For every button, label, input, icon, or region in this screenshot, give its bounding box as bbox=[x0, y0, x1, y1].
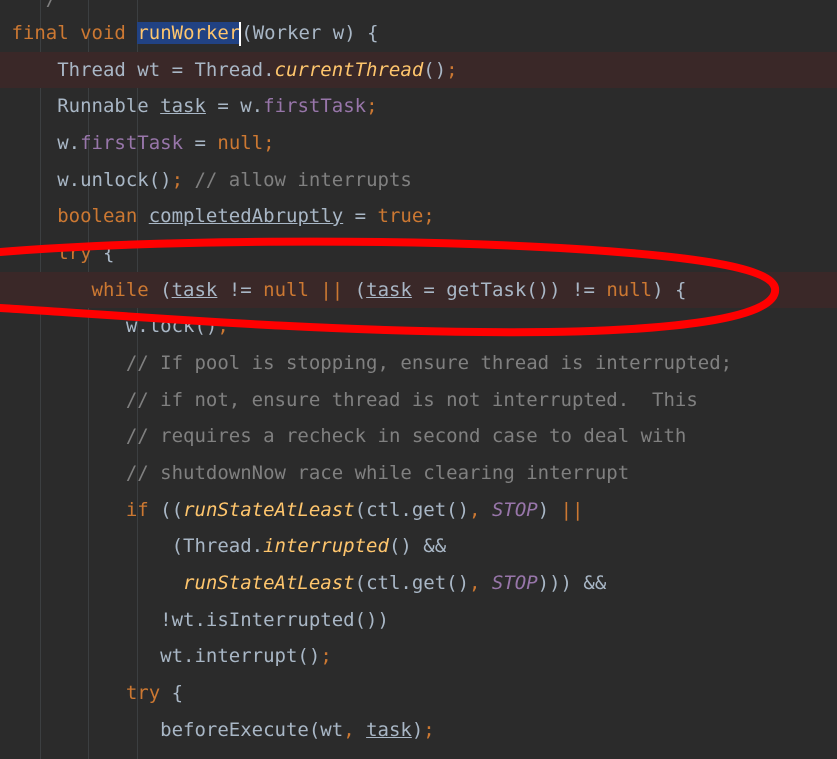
code-text: Runnable bbox=[57, 95, 161, 117]
keyword: void bbox=[80, 22, 126, 44]
keyword: try bbox=[57, 242, 92, 264]
variable: task bbox=[366, 279, 412, 301]
comment: // requires a recheck in second case to … bbox=[125, 425, 687, 447]
code-text: = w. bbox=[205, 95, 264, 117]
constant: STOP bbox=[491, 572, 538, 594]
keyword: true bbox=[377, 205, 424, 227]
code-line[interactable]: w.unlock(); // allow interrupts bbox=[0, 162, 837, 198]
code-line[interactable]: // If pool is stopping, ensure thread is… bbox=[0, 345, 837, 381]
code-line[interactable]: runStateAtLeast(ctl.get(), STOP))) && bbox=[0, 565, 837, 601]
code-text: ))) && bbox=[537, 572, 607, 594]
code-text: = bbox=[343, 205, 378, 227]
code-line[interactable]: while (task != null || (task = getTask()… bbox=[0, 272, 837, 308]
code-text: ( bbox=[354, 279, 367, 301]
code-text: (ctl.get() bbox=[354, 499, 470, 521]
comma: , bbox=[469, 499, 492, 521]
semicolon: ; bbox=[423, 205, 435, 227]
code-text: beforeExecute(wt bbox=[160, 719, 344, 741]
code-text: wt.interrupt() bbox=[160, 645, 321, 667]
operator: || bbox=[560, 499, 584, 521]
code-line[interactable]: try { bbox=[0, 235, 837, 271]
method-call: currentThread bbox=[274, 59, 424, 81]
semicolon: ; bbox=[423, 719, 435, 741]
field: firstTask bbox=[263, 95, 367, 117]
code-line[interactable]: // if not, ensure thread is not interrup… bbox=[0, 382, 837, 418]
code-text: != bbox=[217, 279, 264, 301]
semicolon: ; bbox=[446, 59, 458, 81]
keyword: boolean bbox=[57, 205, 138, 227]
code-text: { bbox=[91, 242, 115, 264]
keyword: null bbox=[606, 279, 653, 301]
method-call: runStateAtLeast bbox=[183, 499, 355, 521]
comment: // shutdownNow race while clearing inter… bbox=[125, 462, 630, 484]
variable: task bbox=[366, 719, 412, 741]
code-text: ) bbox=[537, 499, 561, 521]
semicolon: ; bbox=[171, 169, 184, 191]
code-text: () bbox=[423, 59, 447, 81]
code-text: (( bbox=[148, 499, 184, 521]
selected-method-name[interactable]: runWorker bbox=[137, 22, 241, 44]
comma: , bbox=[469, 572, 492, 594]
code-text: Thread wt = Thread. bbox=[57, 59, 275, 81]
keyword: if bbox=[125, 499, 149, 521]
comma: , bbox=[343, 719, 367, 741]
comment: // allow interrupts bbox=[183, 169, 412, 191]
semicolon: ; bbox=[263, 132, 275, 154]
keyword: final bbox=[11, 22, 69, 44]
variable: task bbox=[160, 95, 206, 117]
semicolon: ; bbox=[217, 315, 229, 337]
code-text: () && bbox=[388, 535, 447, 557]
keyword: null bbox=[263, 279, 309, 301]
code-text: ( bbox=[148, 279, 172, 301]
code-line[interactable]: w.lock(); bbox=[0, 308, 837, 344]
semicolon: ; bbox=[320, 645, 332, 667]
code-line[interactable]: beforeExecute(wt, task); bbox=[0, 712, 837, 748]
field: firstTask bbox=[80, 132, 184, 154]
code-text: (ctl.get() bbox=[354, 572, 470, 594]
keyword: try bbox=[125, 682, 161, 704]
variable: task bbox=[171, 279, 218, 301]
code-text: !wt.isInterrupted()) bbox=[160, 609, 389, 631]
code-text: = getTask()) != bbox=[411, 279, 607, 301]
code-line[interactable]: final void runWorker(Worker w) { bbox=[0, 15, 837, 51]
code-line[interactable]: Runnable task = w.firstTask; bbox=[0, 88, 837, 124]
code-text: ) bbox=[411, 719, 424, 741]
code-text: w.unlock() bbox=[57, 169, 172, 191]
code-line[interactable]: // requires a recheck in second case to … bbox=[0, 418, 837, 454]
keyword: while bbox=[91, 279, 149, 301]
code-text: (Worker w) { bbox=[241, 22, 379, 44]
semicolon: ; bbox=[366, 95, 378, 117]
comment: */ bbox=[34, 0, 57, 10]
code-line[interactable]: !wt.isInterrupted()) bbox=[0, 602, 837, 638]
comment: // if not, ensure thread is not interrup… bbox=[125, 389, 698, 411]
code-line[interactable]: w.firstTask = null; bbox=[0, 125, 837, 161]
code-text: { bbox=[160, 682, 184, 704]
constant: STOP bbox=[491, 499, 538, 521]
code-text: (Thread. bbox=[171, 535, 264, 557]
code-text: w. bbox=[57, 132, 81, 154]
method-call: interrupted bbox=[263, 535, 389, 557]
operator: || bbox=[308, 279, 355, 301]
code-line[interactable]: boolean completedAbruptly = true; bbox=[0, 198, 837, 234]
code-line[interactable]: if ((runStateAtLeast(ctl.get(), STOP) || bbox=[0, 492, 837, 528]
code-text: ) { bbox=[652, 279, 687, 301]
code-line[interactable]: Thread wt = Thread.currentThread(); bbox=[0, 52, 837, 88]
variable: completedAbruptly bbox=[148, 205, 344, 227]
comment: // If pool is stopping, ensure thread is… bbox=[125, 352, 733, 374]
code-line[interactable]: wt.interrupt(); bbox=[0, 638, 837, 674]
code-line[interactable]: // shutdownNow race while clearing inter… bbox=[0, 455, 837, 491]
code-editor[interactable]: */ final void runWorker(Worker w) { Thre… bbox=[0, 0, 837, 759]
code-line[interactable]: try { bbox=[0, 675, 837, 711]
keyword: null bbox=[217, 132, 264, 154]
code-text: w.lock() bbox=[125, 315, 218, 337]
method-call: runStateAtLeast bbox=[183, 572, 355, 594]
code-line[interactable]: (Thread.interrupted() && bbox=[0, 528, 837, 564]
code-text: = bbox=[183, 132, 218, 154]
